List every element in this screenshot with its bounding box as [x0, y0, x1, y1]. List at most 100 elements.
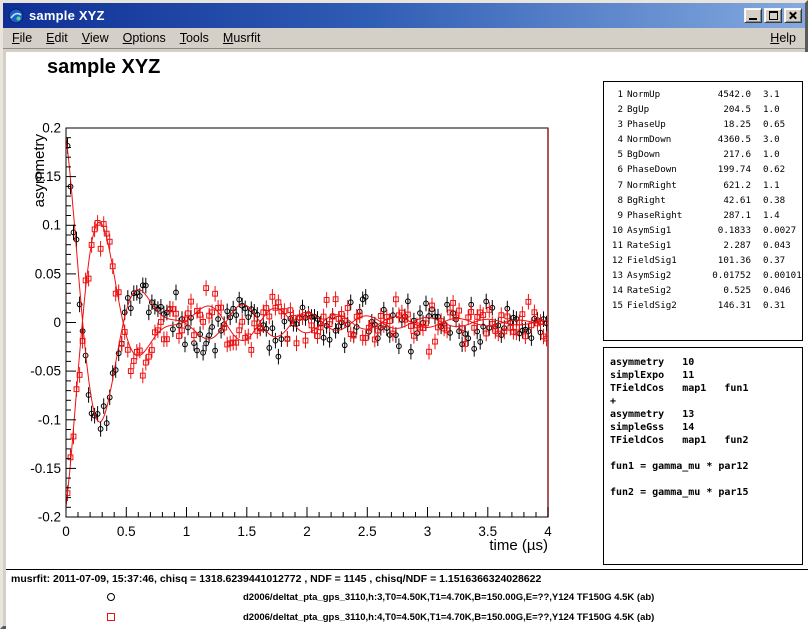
menu-item-view[interactable]: View — [75, 29, 116, 47]
fit-status-line: musrfit: 2011-07-09, 15:37:46, chisq = 1… — [11, 573, 541, 585]
series-0-markers — [65, 143, 549, 431]
param-row-BgDown: 5BgDown217.61.0 — [609, 149, 802, 164]
close-button[interactable] — [784, 8, 802, 23]
axis-ticks — [66, 128, 548, 517]
param-row-BgUp: 2BgUp204.51.0 — [609, 104, 802, 119]
svg-text:0.1: 0.1 — [42, 218, 61, 233]
param-index: 10 — [609, 225, 623, 236]
menu-item-file[interactable]: File — [5, 29, 39, 47]
series-0-errorbars — [68, 138, 547, 437]
svg-text:0.5: 0.5 — [117, 524, 136, 539]
param-index: 5 — [609, 149, 623, 160]
param-name: AsymSig1 — [627, 225, 697, 236]
menu-help-area: Help — [763, 29, 803, 47]
param-row-RateSig1: 11RateSig12.2870.043 — [609, 240, 802, 255]
svg-text:2.5: 2.5 — [358, 524, 377, 539]
param-error: 0.0027 — [763, 225, 796, 236]
param-error: 0.37 — [763, 255, 785, 266]
theory-text: asymmetry 10 simplExpo 11 TFieldCos map1… — [604, 348, 802, 507]
param-value: 0.01752 — [697, 270, 751, 281]
param-index: 13 — [609, 270, 623, 281]
titlebar[interactable]: sample XYZ — [3, 3, 805, 28]
minimize-button[interactable] — [744, 8, 762, 23]
param-value: 199.74 — [697, 164, 751, 175]
svg-text:-0.05: -0.05 — [30, 364, 61, 379]
svg-text:1.5: 1.5 — [237, 524, 256, 539]
legend-square-marker — [105, 611, 117, 623]
svg-text:-0.2: -0.2 — [38, 510, 61, 525]
param-row-NormUp: 1NormUp4542.03.1 — [609, 89, 802, 104]
svg-text:0: 0 — [62, 524, 70, 539]
param-name: FieldSig2 — [627, 300, 697, 311]
param-error: 0.00101 — [763, 270, 802, 281]
param-row-FieldSig1: 12FieldSig1101.360.37 — [609, 255, 802, 270]
param-index: 8 — [609, 195, 623, 206]
param-index: 2 — [609, 104, 623, 115]
param-error: 1.4 — [763, 210, 780, 221]
legend-entry-1: d2006/deltat_pta_gps_3110,h:4,T0=4.50K,T… — [6, 609, 808, 627]
svg-text:0.05: 0.05 — [35, 266, 61, 281]
param-index: 11 — [609, 240, 623, 251]
param-row-PhaseUp: 3 PhaseUp18.25 0.65 — [609, 119, 802, 134]
param-index: 12 — [609, 255, 623, 266]
param-index: 15 — [609, 300, 623, 311]
menu-item-options[interactable]: Options — [116, 29, 173, 47]
svg-text:2: 2 — [303, 524, 311, 539]
param-error: 1.1 — [763, 180, 780, 191]
window-controls — [744, 8, 802, 23]
param-value: 4542.0 — [697, 89, 751, 100]
legend-label: d2006/deltat_pta_gps_3110,h:4,T0=4.50K,T… — [243, 612, 654, 623]
svg-text:-0.1: -0.1 — [38, 412, 61, 427]
param-name: PhaseDown — [627, 164, 697, 175]
param-index: 4 — [609, 134, 623, 145]
menu-item-musrfit[interactable]: Musrfit — [216, 29, 268, 47]
param-name: RateSig2 — [627, 285, 697, 296]
param-index: 3 — [609, 119, 623, 130]
param-value: 18.25 — [697, 119, 751, 130]
param-row-PhaseDown: 6PhaseDown199.740.62 — [609, 164, 802, 179]
param-name: PhaseUp — [627, 119, 697, 130]
menu-item-tools[interactable]: Tools — [173, 29, 216, 47]
menu-item-help[interactable]: Help — [763, 29, 803, 47]
x-axis-title: time (µs) — [489, 537, 548, 554]
param-value: 4360.5 — [697, 134, 751, 145]
param-value: 0.525 — [697, 285, 751, 296]
param-value: 621.2 — [697, 180, 751, 191]
param-index: 14 — [609, 285, 623, 296]
plot-canvas[interactable]: 0.20.150.10.050-0.05-0.1-0.15-0.200.511.… — [6, 52, 602, 569]
param-value: 2.287 — [697, 240, 751, 251]
param-name: BgUp — [627, 104, 697, 115]
param-name: FieldSig1 — [627, 255, 697, 266]
maximize-icon — [769, 11, 778, 20]
minimize-icon — [749, 18, 757, 20]
param-name: BgDown — [627, 149, 697, 160]
param-name: PhaseRight — [627, 210, 697, 221]
plot-frame — [66, 128, 548, 517]
param-error: 0.31 — [763, 300, 785, 311]
theory-box: asymmetry 10 simplExpo 11 TFieldCos map1… — [603, 347, 803, 565]
param-error: 0.046 — [763, 285, 791, 296]
legend-circle-marker — [105, 591, 117, 603]
canvas-area[interactable]: sample XYZ 0.20.150.10.050-0.05-0.1-0.15… — [6, 52, 808, 629]
param-value: 42.61 — [697, 195, 751, 206]
svg-text:0: 0 — [53, 315, 61, 330]
param-index: 9 — [609, 210, 623, 221]
app-icon — [8, 8, 24, 24]
param-index: 7 — [609, 180, 623, 191]
param-error: 1.0 — [763, 149, 780, 160]
param-error: 0.65 — [763, 119, 785, 130]
param-name: BgRight — [627, 195, 697, 206]
app-window: sample XYZ FileEditViewOptionsToolsMusrf… — [0, 0, 808, 629]
svg-text:1: 1 — [183, 524, 191, 539]
param-index: 6 — [609, 164, 623, 175]
param-row-NormRight: 7 NormRight621.2 1.1 — [609, 180, 802, 195]
param-error: 3.0 — [763, 134, 780, 145]
maximize-button[interactable] — [764, 8, 782, 23]
param-name: NormRight — [627, 180, 697, 191]
param-row-BgRight: 8BgRight42.610.38 — [609, 195, 802, 210]
series-1-markers — [65, 221, 549, 496]
param-row-AsymSig1: 10AsymSig10.18330.0027 — [609, 225, 802, 240]
fit-curve-1 — [66, 222, 548, 506]
fit-curve-0 — [66, 137, 548, 422]
menu-item-edit[interactable]: Edit — [39, 29, 75, 47]
